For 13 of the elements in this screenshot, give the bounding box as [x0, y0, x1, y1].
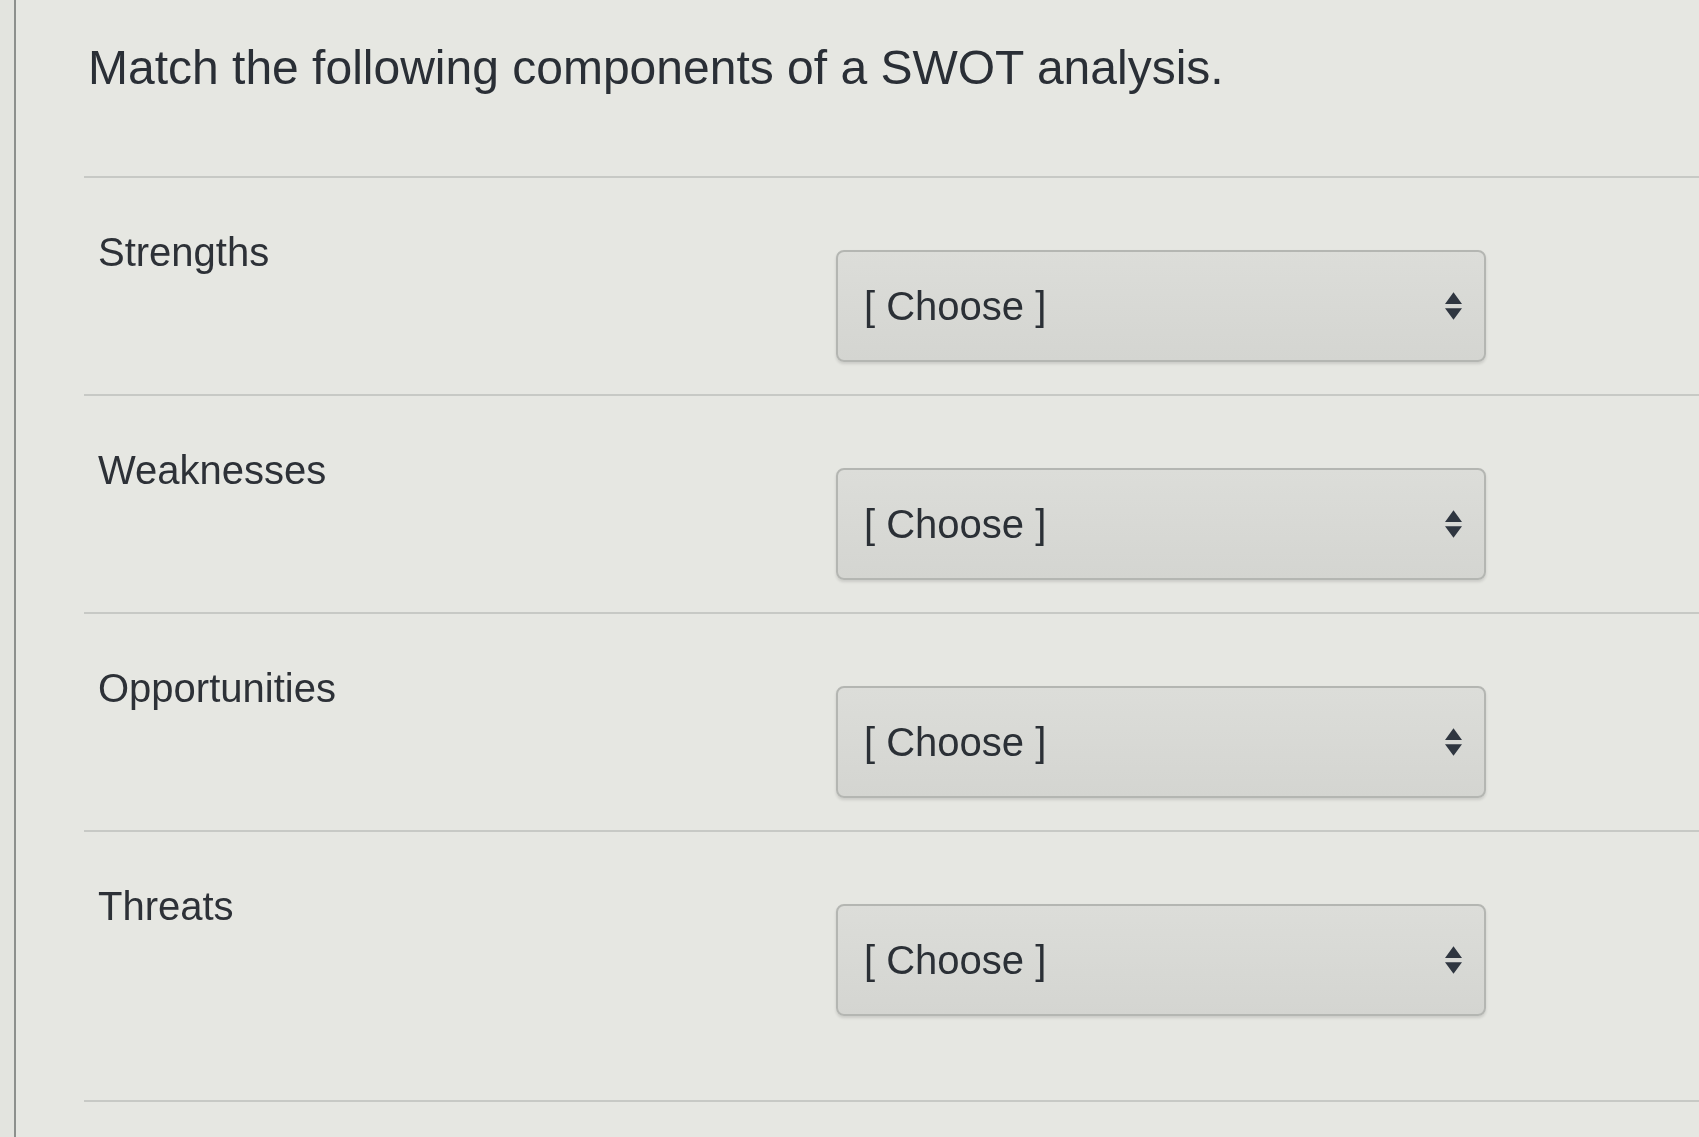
item-label: Strengths [98, 229, 270, 276]
up-down-arrows-icon [1445, 728, 1462, 756]
item-label: Opportunities [98, 665, 336, 712]
answer-dropdown[interactable]: [ Choose ] [836, 250, 1486, 362]
answer-dropdown[interactable]: [ Choose ] [836, 686, 1486, 798]
item-label: Threats [98, 883, 234, 930]
question-text: Match the following components of a SWOT analysis. [88, 40, 1224, 96]
item-label: Weaknesses [98, 447, 327, 494]
up-down-arrows-icon [1445, 510, 1462, 538]
up-down-arrows-icon [1445, 292, 1462, 320]
answer-dropdown[interactable]: [ Choose ] [836, 904, 1486, 1016]
answer-dropdown[interactable]: [ Choose ] [836, 468, 1486, 580]
up-down-arrows-icon [1445, 946, 1462, 974]
